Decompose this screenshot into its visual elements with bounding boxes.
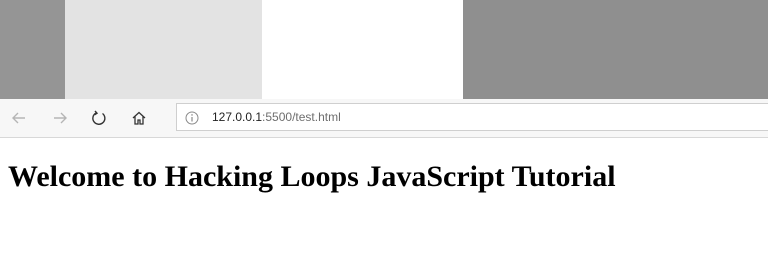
home-icon xyxy=(131,110,147,126)
background-panel-left xyxy=(65,0,262,99)
back-button[interactable] xyxy=(8,107,30,129)
refresh-button[interactable] xyxy=(88,107,110,129)
page-heading: Welcome to Hacking Loops JavaScript Tuto… xyxy=(8,160,616,193)
info-icon[interactable] xyxy=(185,111,199,125)
home-button[interactable] xyxy=(128,107,150,129)
url-host: 127.0.0.1 xyxy=(212,110,263,124)
address-url[interactable]: 127.0.0.1:5500/test.html xyxy=(212,110,341,124)
background-window-area xyxy=(0,0,768,99)
arrow-right-icon xyxy=(52,110,68,126)
url-path: :5500/test.html xyxy=(262,110,341,124)
background-panel-middle xyxy=(262,0,463,99)
browser-toolbar: 127.0.0.1:5500/test.html xyxy=(0,99,768,138)
forward-button[interactable] xyxy=(49,107,71,129)
refresh-icon xyxy=(91,110,107,126)
address-bar[interactable]: 127.0.0.1:5500/test.html xyxy=(176,103,768,131)
page-content: Welcome to Hacking Loops JavaScript Tuto… xyxy=(8,160,758,194)
background-panel-right xyxy=(463,0,768,99)
arrow-left-icon xyxy=(11,110,27,126)
